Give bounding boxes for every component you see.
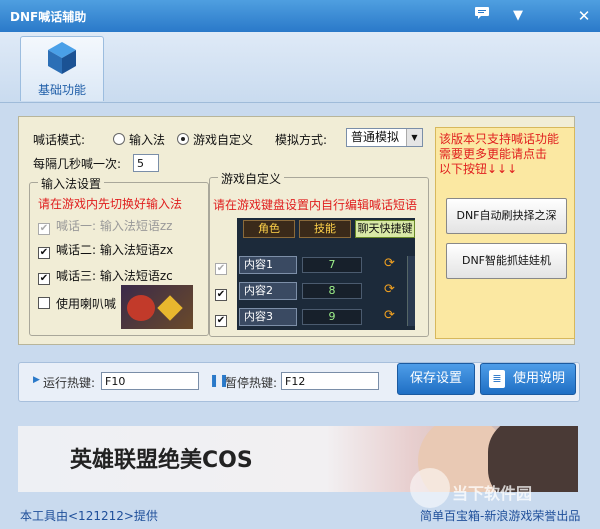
pause-hotkey-input[interactable]: F12: [281, 372, 379, 390]
upgrade-notice-panel: 该版本只支持喊话功能 需要更多更能请点击 以下按钮↓↓↓ DNF自动刷抉择之深 …: [435, 127, 575, 339]
game-row-3-value: 9: [302, 309, 362, 325]
run-hotkey-label: 运行热键:: [43, 376, 96, 390]
run-hotkey-input[interactable]: F10: [101, 372, 199, 390]
game-row-1-label: 内容1: [239, 256, 297, 274]
ime-group-title: 输入法设置: [38, 175, 105, 192]
help-button-label: 使用说明: [512, 371, 565, 386]
ime-item-3-label: 喊话三: 输入法短语zc: [56, 269, 173, 283]
run-arrow-icon: ▶: [33, 375, 40, 385]
ime-item-4[interactable]: 使用喇叭喊: [38, 295, 118, 312]
horn-graphic: [127, 295, 155, 321]
horn-preview-image: [121, 285, 193, 329]
radio-selected-icon: [177, 133, 189, 145]
ime-hint: 请在游戏内先切换好输入法: [38, 197, 183, 211]
title-bar: DNF喊话辅助 ▼ ✕: [0, 0, 600, 32]
help-button[interactable]: ≣ 使用说明: [480, 363, 576, 395]
book-icon: ≣: [489, 370, 505, 388]
dnf-claw-button[interactable]: DNF智能抓娃娃机: [446, 243, 567, 279]
app-window: DNF喊话辅助 ▼ ✕ 基础功能 喊话模式: 输入法 游戏自定义 模拟方式: 普…: [0, 0, 600, 529]
basic-function-label: 基础功能: [37, 83, 86, 97]
refresh-icon: ⟳: [384, 308, 395, 323]
checkbox-icon: [38, 297, 50, 309]
method-label: 模拟方式:: [275, 133, 328, 147]
checkbox-checked-icon: ✔: [38, 247, 50, 259]
checkbox-checked-icon: ✔: [38, 223, 50, 235]
banner-text: 英雄联盟绝美COS: [70, 448, 253, 473]
chat-icon[interactable]: [471, 6, 493, 26]
status-bar: 本工具由<121212>提供 当下软件园 简单百宝箱-新浪游戏荣誉出品: [0, 468, 600, 529]
mode-game-label: 游戏自定义: [193, 133, 254, 147]
method-value: 普通模拟: [351, 130, 400, 144]
pause-hotkey-label: 暂停热键:: [225, 376, 278, 390]
game-row-1-value: 7: [302, 257, 362, 273]
dnf-auto-button[interactable]: DNF自动刷抉择之深: [446, 198, 567, 234]
star-graphic: [157, 295, 183, 321]
ime-item-2[interactable]: ✔ 喊话二: 输入法短语zx: [38, 241, 173, 259]
game-row-3-checkbox[interactable]: ✔: [215, 315, 227, 327]
mode-ime-radio[interactable]: 输入法: [113, 131, 165, 148]
mode-game-radio[interactable]: 游戏自定义: [177, 131, 253, 148]
save-settings-button[interactable]: 保存设置: [397, 363, 475, 395]
basic-function-tab[interactable]: 基础功能: [20, 36, 104, 101]
status-right-text: 简单百宝箱-新浪游戏荣誉出品: [420, 509, 581, 523]
game-row-2-checkbox[interactable]: ✔: [215, 289, 227, 301]
game-row-2-label: 内容2: [239, 282, 297, 300]
ime-settings-group: 输入法设置 请在游戏内先切换好输入法 ✔ 喊话一: 输入法短语zz ✔ 喊话二: 输…: [29, 175, 209, 336]
cube-icon: [48, 42, 76, 74]
refresh-icon: ⟳: [384, 282, 395, 297]
interval-input[interactable]: 5: [133, 154, 159, 172]
ime-item-1-label: 喊话一: 输入法短语zz: [56, 219, 173, 233]
game-row-3-label: 内容3: [239, 308, 297, 326]
chevron-down-icon: ▼: [406, 129, 422, 146]
checkbox-checked-icon: ✔: [38, 273, 50, 285]
radio-icon: [113, 133, 125, 145]
game-tab-role: 角色: [243, 220, 295, 238]
status-left-text: 本工具由<121212>提供: [20, 509, 158, 523]
mode-label: 喊话模式:: [33, 133, 86, 147]
game-hint: 请在游戏键盘设置内自行编辑喊话短语: [213, 198, 418, 212]
mode-ime-label: 输入法: [129, 133, 166, 147]
game-group-title: 游戏自定义: [218, 170, 285, 187]
game-tab-chat-hotkey: 聊天快捷键: [355, 220, 415, 238]
ime-item-1[interactable]: ✔ 喊话一: 输入法短语zz: [38, 217, 172, 235]
refresh-icon: ⟳: [384, 256, 395, 271]
menu-dropdown-icon[interactable]: ▼: [507, 6, 529, 26]
ime-item-3[interactable]: ✔ 喊话三: 输入法短语zc: [38, 267, 173, 285]
interval-label: 每隔几秒喊一次:: [33, 157, 122, 171]
game-keyboard-preview: 角色 技能 聊天快捷键 内容1 7 ⟳ 内容2 8 ⟳ 内容3 9 ⟳: [237, 218, 415, 330]
watermark-logo: [410, 468, 450, 508]
ime-item-2-label: 喊话二: 输入法短语zx: [56, 243, 174, 257]
game-tab-skill: 技能: [299, 220, 351, 238]
game-preview-scroll: [407, 256, 415, 326]
method-select[interactable]: 普通模拟 ▼: [346, 128, 423, 147]
window-title: DNF喊话辅助: [10, 10, 87, 24]
toolbar: 基础功能: [0, 32, 600, 103]
ime-item-4-label: 使用喇叭喊: [56, 297, 117, 311]
upgrade-notice-text: 该版本只支持喊话功能 需要更多更能请点击 以下按钮↓↓↓: [439, 132, 560, 176]
close-icon[interactable]: ✕: [573, 6, 595, 26]
game-row-2-value: 8: [302, 283, 362, 299]
game-row-1-checkbox[interactable]: ✔: [215, 263, 227, 275]
